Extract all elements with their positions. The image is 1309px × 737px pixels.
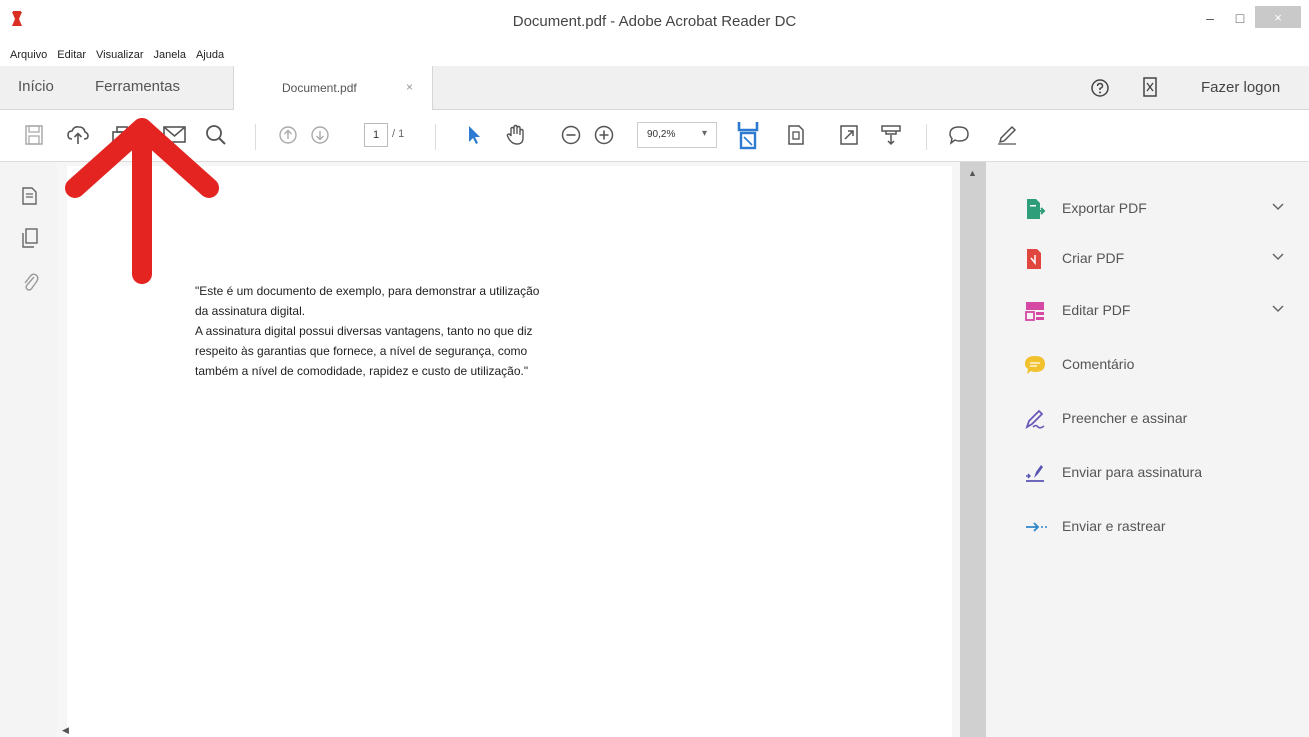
window-controls: – □ × <box>1195 6 1301 30</box>
close-button[interactable]: × <box>1255 6 1301 28</box>
previous-page-icon[interactable] <box>278 124 298 146</box>
document-line: da assinatura digital. <box>195 304 306 318</box>
tool-enviar-assinatura[interactable]: Enviar para assinatura <box>1024 458 1294 488</box>
chevron-down-icon[interactable] <box>1272 202 1284 212</box>
select-cursor-icon[interactable] <box>466 124 482 146</box>
help-icon[interactable] <box>1090 78 1110 98</box>
comment-icon <box>1024 353 1046 377</box>
send-signature-icon <box>1024 461 1046 485</box>
next-page-icon[interactable] <box>310 124 330 146</box>
chevron-down-icon: ▾ <box>701 128 707 139</box>
create-pdf-icon <box>1024 247 1046 271</box>
tool-label: Enviar e rastrear <box>1062 518 1166 534</box>
rotate-view-icon[interactable] <box>786 124 806 146</box>
save-icon[interactable] <box>24 124 44 146</box>
attachment-icon[interactable] <box>20 270 40 294</box>
menu-bar: Arquivo Editar Visualizar Janela Ajuda <box>0 44 1309 66</box>
tool-label: Enviar para assinatura <box>1062 464 1203 480</box>
tool-comentario[interactable]: Comentário <box>1024 350 1294 380</box>
hand-tool-icon[interactable] <box>505 124 527 146</box>
logon-link[interactable]: Fazer logon <box>1201 79 1280 96</box>
document-line: "Este é um documento de exemplo, para de… <box>195 284 540 298</box>
menu-ajuda[interactable]: Ajuda <box>196 49 224 61</box>
document-text: "Este é um documento de exemplo, para de… <box>195 281 655 381</box>
full-screen-icon[interactable] <box>839 124 859 146</box>
draw-pen-icon[interactable] <box>996 124 1018 146</box>
menu-visualizar[interactable]: Visualizar <box>96 49 144 61</box>
title-bar: Document.pdf - Adobe Acrobat Reader DC –… <box>0 0 1309 44</box>
tool-exportar-pdf[interactable]: Exportar PDF <box>1024 194 1294 224</box>
minimize-button[interactable]: – <box>1195 6 1225 30</box>
tool-criar-pdf[interactable]: Criar PDF <box>1024 244 1294 274</box>
zoom-value: 90,2% <box>647 129 676 140</box>
chevron-down-icon[interactable] <box>1272 252 1284 262</box>
chevron-down-icon[interactable] <box>1272 304 1284 314</box>
menu-arquivo[interactable]: Arquivo <box>10 49 47 61</box>
tool-label: Exportar PDF <box>1062 200 1147 216</box>
red-arrow-annotation <box>65 118 220 286</box>
window-title: Document.pdf - Adobe Acrobat Reader DC <box>512 13 797 30</box>
send-track-icon <box>1024 515 1050 539</box>
tool-label: Criar PDF <box>1062 250 1125 266</box>
tab-bar: Início Ferramentas Document.pdf × Fazer … <box>0 66 1309 110</box>
tab-document[interactable]: Document.pdf × <box>233 66 433 110</box>
document-line: também a nível de comodidade, rapidez e … <box>195 364 529 378</box>
mobile-link-icon[interactable] <box>1143 77 1157 97</box>
tab-ferramentas[interactable]: Ferramentas <box>95 78 180 95</box>
bookmarks-icon[interactable] <box>20 226 40 250</box>
vertical-scrollbar[interactable]: ▲ <box>960 162 986 737</box>
tool-enviar-rastrear[interactable]: Enviar e rastrear <box>1024 512 1294 542</box>
tool-editar-pdf[interactable]: Editar PDF <box>1024 296 1294 326</box>
edit-pdf-icon <box>1024 299 1046 323</box>
navigation-rail <box>0 162 57 737</box>
scroll-left-arrow[interactable]: ◀ <box>62 725 69 736</box>
page-thumbnails-icon[interactable] <box>20 184 40 208</box>
menu-janela[interactable]: Janela <box>154 49 186 61</box>
document-tab-close-icon[interactable]: × <box>406 80 413 94</box>
document-line: A assinatura digital possui diversas van… <box>195 324 533 338</box>
tool-label: Comentário <box>1062 356 1135 372</box>
page-number-input[interactable]: 1 <box>364 123 388 147</box>
toolbar-separator <box>435 124 436 150</box>
zoom-select[interactable]: 90,2% ▾ <box>637 122 717 148</box>
document-tab-label: Document.pdf <box>282 81 357 95</box>
tab-inicio[interactable]: Início <box>18 78 54 95</box>
fill-sign-icon <box>1024 407 1046 431</box>
scroll-up-arrow[interactable]: ▲ <box>968 168 977 178</box>
comment-icon[interactable] <box>948 124 970 146</box>
page-total: / 1 <box>392 128 405 140</box>
zoom-out-icon[interactable] <box>560 124 582 146</box>
fit-page-icon[interactable] <box>737 120 759 150</box>
scrolling-mode-icon[interactable] <box>880 124 902 146</box>
toolbar-separator <box>926 124 927 150</box>
tool-label: Editar PDF <box>1062 302 1131 318</box>
tool-label: Preencher e assinar <box>1062 410 1188 426</box>
export-pdf-icon <box>1024 197 1046 221</box>
tools-panel: Exportar PDF Criar PDF Editar PDF Coment… <box>986 162 1309 737</box>
document-line: respeito às garantias que fornece, a nív… <box>195 344 528 358</box>
tool-preencher-assinar[interactable]: Preencher e assinar <box>1024 404 1294 434</box>
toolbar-separator <box>255 124 256 150</box>
maximize-button[interactable]: □ <box>1225 6 1255 30</box>
zoom-in-icon[interactable] <box>593 124 615 146</box>
menu-editar[interactable]: Editar <box>57 49 86 61</box>
